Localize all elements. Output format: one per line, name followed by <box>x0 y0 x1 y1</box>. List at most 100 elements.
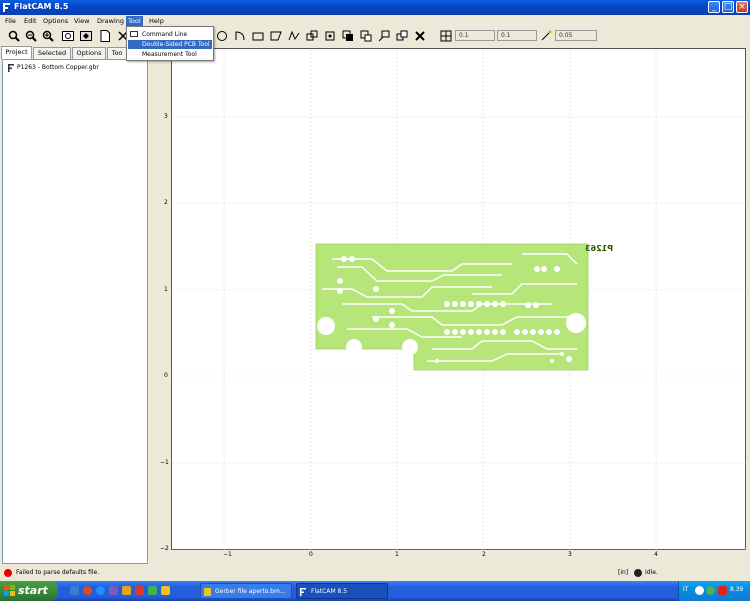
snap-distance-icon[interactable] <box>540 30 552 42</box>
x-tick-label: 2 <box>482 551 486 558</box>
arc-tool-icon[interactable] <box>234 30 246 42</box>
clock: 8.39 <box>730 586 744 593</box>
zoom-out-icon[interactable] <box>25 30 37 42</box>
app-icon[interactable] <box>122 586 131 595</box>
network-icon[interactable] <box>695 586 704 595</box>
windows-logo-icon <box>4 585 15 596</box>
toolbar: 0.1 0.1 0.05 <box>0 26 750 46</box>
tray-app-icon[interactable] <box>718 586 727 595</box>
close-button[interactable]: × <box>736 1 748 13</box>
copy-icon[interactable] <box>396 30 408 42</box>
app-icon[interactable] <box>148 586 157 595</box>
tab-options[interactable]: Options <box>72 47 106 59</box>
replot-icon[interactable] <box>80 30 92 42</box>
maximize-button[interactable]: □ <box>722 1 734 13</box>
grid-icon[interactable] <box>440 30 452 42</box>
menu-item-label: Measurement Tool <box>142 51 197 58</box>
x-tick-label: 0 <box>309 551 313 558</box>
rectangle-tool-icon[interactable] <box>252 30 264 42</box>
board-label: P1263 <box>585 244 613 253</box>
zoom-fit-icon[interactable] <box>8 30 20 42</box>
tree-item-label: P1263 - Bottom Copper.gbr <box>17 64 99 71</box>
antivirus-icon[interactable] <box>706 586 715 595</box>
menu-item-command-line[interactable]: Command Line <box>128 30 212 39</box>
tool-menu-dropdown: Command Line Double-Sided PCB Tool Measu… <box>126 26 214 61</box>
cancel-edit-icon[interactable] <box>414 30 426 42</box>
start-button[interactable]: start <box>0 581 58 601</box>
task-label: FlatCAM 8.5 <box>311 588 348 595</box>
plot-svg: P1263 <box>172 49 747 551</box>
activity-icon <box>634 569 642 577</box>
y-tick-label: −2 <box>160 545 169 552</box>
task-flatcam[interactable]: FlatCAM 8.5 <box>296 583 388 599</box>
internet-explorer-icon[interactable] <box>96 586 105 595</box>
subtract-icon[interactable] <box>360 30 372 42</box>
polygon-tool-icon[interactable] <box>270 30 282 42</box>
grid-x-field[interactable]: 0.1 <box>455 30 495 41</box>
menu-item-label: Command Line <box>142 31 188 38</box>
terminal-icon <box>130 31 138 37</box>
menu-item-double-sided-pcb-tool[interactable]: Double-Sided PCB Tool <box>128 40 212 49</box>
pcb-board: P1263 <box>315 243 613 371</box>
language-indicator[interactable]: IT <box>683 586 688 593</box>
union-icon[interactable] <box>306 30 318 42</box>
path-tool-icon[interactable] <box>288 30 300 42</box>
task-gerber-file[interactable]: Gerber file aperto.bm... <box>200 583 292 599</box>
flatcam-app-icon <box>300 588 306 596</box>
folder-icon[interactable] <box>161 586 170 595</box>
menu-drawing[interactable]: Drawing <box>95 16 126 26</box>
task-label: Gerber file aperto.bm... <box>215 588 286 595</box>
menu-edit[interactable]: Edit <box>22 16 39 26</box>
snap-grid-icon[interactable] <box>324 30 336 42</box>
units-label: [in] <box>618 569 629 576</box>
error-status-icon <box>4 569 12 577</box>
menu-bar: File Edit Options View Drawing Tool Help <box>0 15 750 26</box>
menu-item-label: Double-Sided PCB Tool <box>142 41 210 48</box>
menu-help[interactable]: Help <box>147 16 166 26</box>
status-bar: Failed to parse defaults file. [in] Idle… <box>0 566 750 580</box>
x-tick-label: 4 <box>654 551 658 558</box>
tab-tool[interactable]: Too <box>107 47 127 59</box>
tab-project[interactable]: Project <box>1 46 32 59</box>
y-tick-label: 3 <box>164 113 168 120</box>
new-file-icon[interactable] <box>99 30 111 42</box>
menu-view[interactable]: View <box>72 16 91 26</box>
menu-options[interactable]: Options <box>41 16 70 26</box>
flatcam-app-icon <box>3 3 10 12</box>
show-desktop-icon[interactable] <box>70 586 79 595</box>
move-icon[interactable] <box>378 30 390 42</box>
menu-item-measurement-tool[interactable]: Measurement Tool <box>128 50 212 59</box>
x-tick-label: −1 <box>223 551 232 558</box>
zoom-in-icon[interactable] <box>42 30 54 42</box>
menu-tool[interactable]: Tool <box>126 16 143 26</box>
menu-file[interactable]: File <box>3 16 18 26</box>
x-tick-label: 3 <box>568 551 572 558</box>
grid-y-field[interactable]: 0.1 <box>497 30 537 41</box>
start-label: start <box>18 584 48 597</box>
browser-icon[interactable] <box>83 586 92 595</box>
clear-plot-icon[interactable] <box>62 30 74 42</box>
title-bar[interactable]: FlatCAM 8.5 _ □ × <box>0 0 750 15</box>
gerber-file-icon <box>8 64 14 72</box>
intersection-icon[interactable] <box>342 30 354 42</box>
taskbar: start Gerber file aperto.bm... FlatCAM 8… <box>0 581 750 601</box>
snap-max-field[interactable]: 0.05 <box>555 30 597 41</box>
y-tick-label: 1 <box>164 286 168 293</box>
status-state: Idle. <box>645 569 658 576</box>
project-tree: P1263 - Bottom Copper.gbr <box>2 59 148 564</box>
status-message: Failed to parse defaults file. <box>16 569 100 576</box>
circle-tool-icon[interactable] <box>216 30 228 42</box>
minimize-button[interactable]: _ <box>708 1 720 13</box>
y-tick-label: 0 <box>164 372 168 379</box>
plot-area: P1263 −1 0 1 2 3 4 3 2 1 0 −1 −2 <box>152 46 747 566</box>
y-tick-label: 2 <box>164 199 168 206</box>
tab-selected[interactable]: Selected <box>33 47 71 59</box>
y-tick-label: −1 <box>160 459 169 466</box>
media-icon[interactable] <box>109 586 118 595</box>
pdf-icon[interactable] <box>135 586 144 595</box>
system-tray: IT 8.39 <box>678 581 750 601</box>
x-tick-label: 1 <box>395 551 399 558</box>
image-file-icon <box>204 588 211 596</box>
plot-canvas[interactable]: P1263 <box>171 48 747 551</box>
left-panel: Project Selected Options Too P1263 - Bot… <box>0 46 150 566</box>
